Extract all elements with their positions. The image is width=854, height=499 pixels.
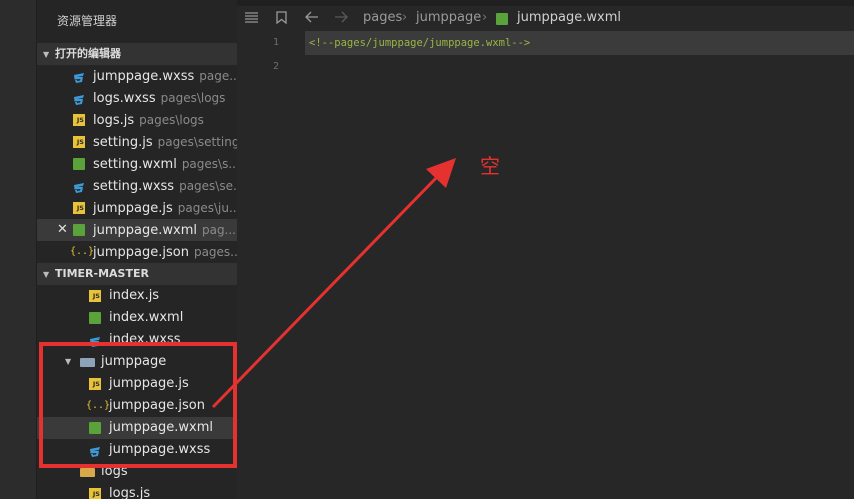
js-file-icon: JS <box>73 202 85 214</box>
file-path: pages\logs <box>139 113 204 127</box>
chevron-right-icon: › <box>482 10 488 25</box>
tab-strip <box>237 0 854 6</box>
arrow-right-icon[interactable] <box>334 11 348 27</box>
file-name: jumppage.js pages\ju... <box>93 197 237 219</box>
css-file-icon <box>73 180 85 193</box>
js-file-icon: JS <box>73 136 85 148</box>
arrow-left-icon[interactable] <box>305 11 319 27</box>
editor-area: pages › jumppage › jumppage.wxml 1 <!--p… <box>237 0 854 499</box>
wxml-file-icon <box>73 224 85 236</box>
open-editor-item[interactable]: {..} jumppage.json pages... <box>37 241 237 263</box>
file-name: logs.wxss pages\logs <box>93 91 226 106</box>
open-editor-item[interactable]: JS logs.js pages\logs <box>37 109 237 131</box>
file-name: logs.js pages\logs <box>93 113 204 128</box>
bookmark-icon[interactable] <box>276 11 287 28</box>
list-icon[interactable] <box>245 11 258 27</box>
chevron-right-icon: › <box>402 10 408 25</box>
tree-file-item[interactable]: JS logs.js <box>37 483 237 499</box>
file-name: setting.wxsspages\se... <box>93 175 237 197</box>
open-editor-item[interactable]: logs.wxss pages\logs <box>37 87 237 109</box>
breadcrumb-item[interactable]: jumppage.wxml <box>517 10 621 25</box>
activity-bar <box>0 0 37 499</box>
breadcrumb: pages › jumppage › jumppage.wxml <box>237 8 854 30</box>
open-editor-item[interactable]: setting.wxml pages\s... <box>37 153 237 175</box>
file-name: jumppage.json pages... <box>93 241 237 263</box>
close-icon[interactable]: ✕ <box>57 219 68 241</box>
file-name: setting.js pages\setting <box>93 131 237 153</box>
project-label: TIMER-MASTER <box>55 267 149 280</box>
file-name: jumppage.wxml pag... <box>93 223 236 238</box>
open-editor-item[interactable]: JS setting.js pages\setting <box>37 131 237 153</box>
annotation-label: 空 <box>480 154 500 178</box>
code-line[interactable]: 2 <box>237 55 854 79</box>
breadcrumb-item[interactable]: jumppage <box>416 10 481 25</box>
wxml-file-icon <box>73 158 85 170</box>
js-file-icon: JS <box>89 290 101 302</box>
open-editor-item[interactable]: JS jumppage.js pages\ju... <box>37 197 237 219</box>
file-name: jumppage.wxss page... <box>93 65 237 87</box>
file-path: pages\ju... <box>177 201 237 215</box>
chevron-down-icon: ▼ <box>43 50 50 59</box>
line-number: 2 <box>273 61 280 72</box>
tree-file-item[interactable]: JS index.js <box>37 285 237 307</box>
explorer-title: 资源管理器 <box>57 14 118 28</box>
css-file-icon <box>73 92 85 105</box>
tree-file-item[interactable]: index.wxml <box>37 307 237 329</box>
file-path: pages\setting <box>157 135 237 149</box>
css-file-icon <box>73 70 85 83</box>
file-name: logs.js <box>109 486 151 499</box>
project-header[interactable]: ▼ TIMER-MASTER <box>37 263 237 285</box>
breadcrumb-item[interactable]: pages <box>363 10 402 25</box>
file-path: pag... <box>201 223 236 237</box>
js-file-icon: JS <box>73 114 85 126</box>
file-name: index.js <box>109 288 160 303</box>
open-editors-list: jumppage.wxss page... logs.wxss pages\logs J… <box>37 65 237 263</box>
json-file-icon: {..} <box>70 246 95 257</box>
file-path: pages\s... <box>181 157 237 171</box>
file-path: pages... <box>193 245 237 259</box>
file-name: setting.wxml pages\s... <box>93 153 237 175</box>
open-editors-label: 打开的编辑器 <box>55 47 121 60</box>
open-editor-item[interactable]: setting.wxsspages\se... <box>37 175 237 197</box>
open-editor-item[interactable]: jumppage.wxss page... <box>37 65 237 87</box>
js-file-icon: JS <box>89 488 101 499</box>
file-path: page... <box>199 69 237 83</box>
code-area[interactable]: 1 <!--pages/jumppage/jumppage.wxml--> 2 <box>237 31 854 79</box>
file-path: pages\se... <box>179 179 237 193</box>
annotation-highlight-box <box>39 342 237 468</box>
folder-icon <box>80 468 95 477</box>
file-name: index.wxml <box>109 310 184 325</box>
open-editors-header[interactable]: ▼ 打开的编辑器 <box>37 43 237 65</box>
wxml-file-icon <box>496 13 508 25</box>
chevron-down-icon: ▼ <box>43 270 50 279</box>
wxml-file-icon <box>89 312 101 324</box>
line-text: <!--pages/jumppage/jumppage.wxml--> <box>309 37 531 49</box>
code-line[interactable]: 1 <!--pages/jumppage/jumppage.wxml--> <box>273 31 854 55</box>
line-number: 1 <box>273 37 280 48</box>
file-path: pages\logs <box>160 91 226 105</box>
open-editor-item[interactable]: ✕ jumppage.wxml pag... <box>37 219 237 241</box>
